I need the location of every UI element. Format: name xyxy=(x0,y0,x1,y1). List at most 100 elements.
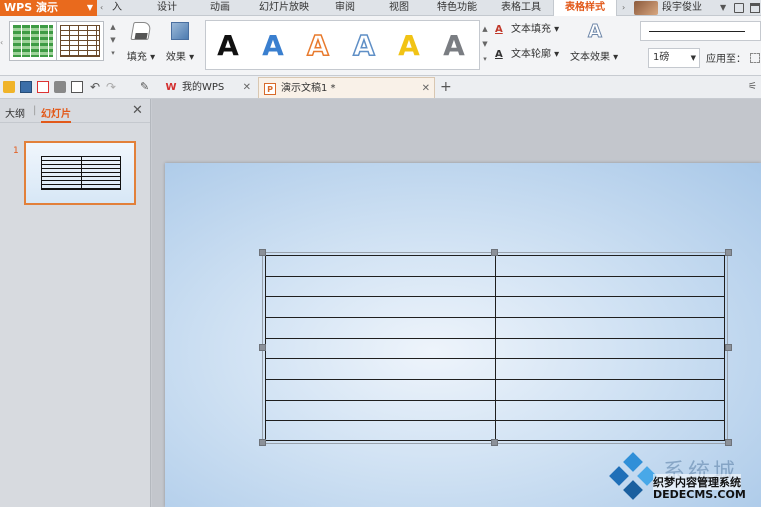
thumbnail-table xyxy=(41,156,121,190)
text-fill-label: 文本填充 xyxy=(511,24,551,35)
menu-scroll-back-icon[interactable]: ‹ xyxy=(100,0,108,16)
table-row-line xyxy=(265,358,725,359)
wordart-style-yellow[interactable]: A xyxy=(389,26,429,66)
resize-handle-right[interactable] xyxy=(725,344,732,351)
table-style-green[interactable] xyxy=(9,21,57,61)
fill-label: 填充 xyxy=(126,52,147,63)
close-icon[interactable]: ✕ xyxy=(422,78,430,99)
line-weight-value: 1磅 xyxy=(653,52,670,63)
watermark-url: DEDECMS.COM xyxy=(653,488,746,501)
wps-logo-icon: W xyxy=(165,82,177,93)
text-outline-button[interactable]: A 文本轮廓 ▾ xyxy=(495,46,559,64)
panel-header: 大纲 | 幻灯片 ✕ xyxy=(0,99,150,123)
new-tab-button[interactable]: + xyxy=(440,77,454,98)
text-outline-label: 文本轮廓 xyxy=(511,49,551,60)
slide-table[interactable] xyxy=(265,255,725,441)
table-style-brown[interactable] xyxy=(56,21,104,61)
table-row-line xyxy=(265,276,725,277)
text-effect-icon[interactable]: A xyxy=(588,21,606,42)
tab-slideshow[interactable]: 幻灯片放映 xyxy=(252,0,316,16)
slide-thumbnail[interactable] xyxy=(24,141,136,205)
undo-icon[interactable]: ↶ xyxy=(90,81,102,93)
app-menu-button[interactable]: WPS 演示 ▼ xyxy=(0,0,97,16)
tab-review[interactable]: 审阅 xyxy=(328,0,362,16)
doc-tab-label: 演示文稿1 * xyxy=(281,83,336,94)
table-selection-frame[interactable] xyxy=(262,252,728,444)
border-line-weight-select[interactable]: 1磅 ▼ xyxy=(648,48,700,68)
paint-bucket-icon xyxy=(130,22,152,40)
chevron-down-icon: ▼ xyxy=(690,54,696,62)
tab-design[interactable]: 设计 xyxy=(150,0,184,16)
watermark-logo-icon xyxy=(609,452,657,500)
tab-animation[interactable]: 动画 xyxy=(203,0,237,16)
text-effect-button[interactable]: 文本效果 ▾ xyxy=(570,48,618,63)
resize-handle-bottom[interactable] xyxy=(491,439,498,446)
user-name[interactable]: 段宇俊业 xyxy=(662,0,702,16)
presentation-file-icon: P xyxy=(264,83,276,95)
close-icon[interactable]: ✕ xyxy=(243,77,251,98)
resize-handle-top-right[interactable] xyxy=(725,249,732,256)
print-preview-icon[interactable] xyxy=(71,81,83,93)
tab-insert-partial[interactable]: 入 xyxy=(110,0,124,16)
doc-tab-my-wps[interactable]: W 我的WPS ✕ xyxy=(160,77,255,98)
table-row-line xyxy=(265,338,725,339)
style-gallery-scroll[interactable]: ▲ ▼ ▾ xyxy=(108,21,118,63)
apply-to-label: 应用至： xyxy=(706,54,746,65)
table-row-line xyxy=(265,317,725,318)
redo-icon[interactable]: ↷ xyxy=(106,81,118,93)
doc-tab-presentation1[interactable]: P 演示文稿1 * ✕ xyxy=(258,77,435,98)
effect-label: 效果 xyxy=(165,52,186,63)
window-restore-icon[interactable] xyxy=(750,3,760,13)
wordart-style-blue-outline[interactable]: A xyxy=(344,26,384,66)
toolbar-options-icon[interactable]: ⚟ xyxy=(748,81,757,92)
editing-canvas xyxy=(152,99,761,507)
tab-special-features[interactable]: 特色功能 xyxy=(430,0,484,16)
resize-handle-top[interactable] xyxy=(491,249,498,256)
user-avatar[interactable] xyxy=(634,1,658,15)
pin-icon[interactable]: ✎ xyxy=(140,81,152,93)
wordart-style-gallery: A A A A A A xyxy=(205,20,480,70)
close-icon[interactable]: ✕ xyxy=(132,103,143,118)
resize-handle-bottom-right[interactable] xyxy=(725,439,732,446)
slide-panel: 大纲 | 幻灯片 ✕ 1 xyxy=(0,99,151,507)
wordart-style-gray[interactable]: A xyxy=(434,26,474,66)
panel-tab-separator: | xyxy=(33,105,37,116)
cube-effect-icon xyxy=(171,22,189,40)
ribbon: ‹ ▲ ▼ ▾ 填充 ▾ 效果 ▾ A A A A A A ▲ ▼ ▾ A 文本填充 ▾ … xyxy=(0,16,761,76)
table-row-line xyxy=(265,379,725,380)
export-pdf-icon[interactable] xyxy=(37,81,49,93)
print-icon[interactable] xyxy=(54,81,66,93)
text-outline-icon: A xyxy=(495,49,503,60)
wordart-style-orange-outline[interactable]: A xyxy=(298,26,338,66)
resize-handle-bottom-left[interactable] xyxy=(259,439,266,446)
wordart-style-blue[interactable]: A xyxy=(253,26,293,66)
text-fill-button[interactable]: A 文本填充 ▾ xyxy=(495,21,559,39)
quick-access-toolbar: ↶ ↷ ✎ W 我的WPS ✕ P 演示文稿1 * ✕ + ⚟ xyxy=(0,76,761,99)
save-icon[interactable] xyxy=(20,81,32,93)
resize-handle-top-left[interactable] xyxy=(259,249,266,256)
user-menu-caret-icon[interactable]: ▼ xyxy=(720,0,726,16)
fill-button[interactable]: 填充 ▾ xyxy=(124,22,158,66)
effect-button[interactable]: 效果 ▾ xyxy=(162,22,198,66)
resize-handle-left[interactable] xyxy=(259,344,266,351)
border-apply-icon[interactable] xyxy=(750,53,760,63)
menu-bar: WPS 演示 ▼ ‹ 入 设计 动画 幻灯片放映 审阅 视图 特色功能 表格工具… xyxy=(0,0,761,16)
wordart-gallery-scroll[interactable]: ▲ ▼ ▾ xyxy=(480,22,490,68)
menu-scroll-forward-icon[interactable]: › xyxy=(622,0,632,16)
tab-view[interactable]: 视图 xyxy=(382,0,416,16)
table-column-divider xyxy=(495,255,496,441)
panel-tab-outline[interactable]: 大纲 xyxy=(5,105,25,120)
table-row-line xyxy=(265,420,725,421)
doc-tab-label: 我的WPS xyxy=(182,82,225,93)
table-row-line xyxy=(265,296,725,297)
tab-table-tools[interactable]: 表格工具 xyxy=(494,0,548,16)
border-line-style-select[interactable] xyxy=(640,21,761,41)
skin-icon[interactable] xyxy=(734,3,744,13)
app-title: WPS 演示 xyxy=(4,1,58,14)
ribbon-scroll-left-icon[interactable]: ‹ xyxy=(0,38,7,56)
panel-tab-slides[interactable]: 幻灯片 xyxy=(41,105,71,123)
wordart-style-black[interactable]: A xyxy=(208,26,248,66)
slide-number: 1 xyxy=(13,146,19,156)
tab-table-styles[interactable]: 表格样式 xyxy=(553,0,617,16)
open-folder-icon[interactable] xyxy=(3,81,15,93)
